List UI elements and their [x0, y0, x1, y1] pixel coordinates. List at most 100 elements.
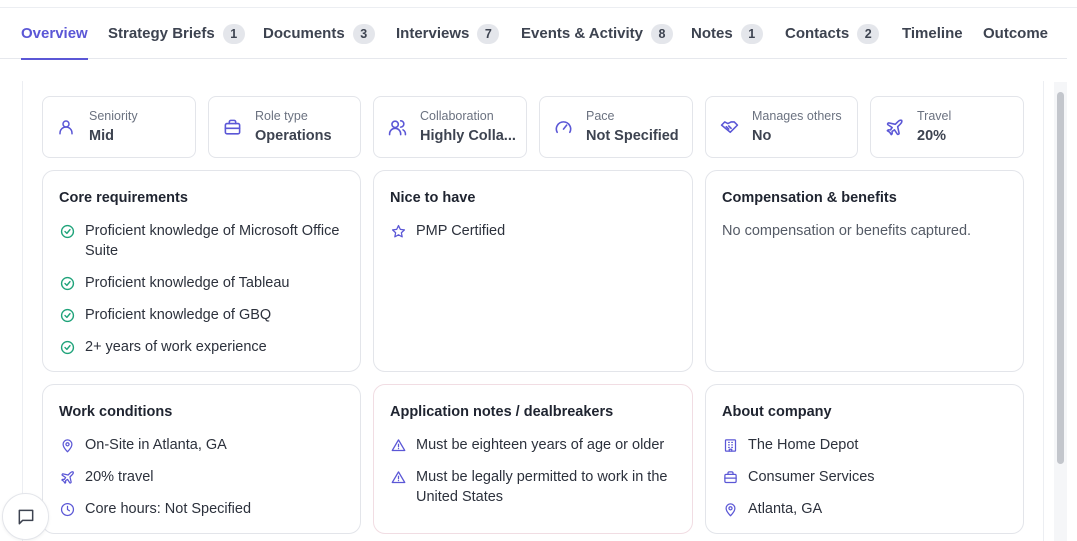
map-pin-icon	[722, 501, 738, 517]
plane-icon	[59, 469, 75, 485]
requirement-text: 2+ years of work experience	[85, 339, 267, 355]
tab-interviews[interactable]: Interviews 7	[396, 8, 500, 59]
tab-overview[interactable]: Overview	[21, 8, 88, 60]
compensation-card: Compensation & benefits No compensation …	[705, 170, 1024, 372]
stat-value: Highly Colla...	[420, 127, 516, 144]
list-item: Consumer Services	[722, 467, 1007, 487]
list-item: 20% travel	[59, 467, 344, 487]
tab-strategy-briefs[interactable]: Strategy Briefs 1	[108, 8, 245, 59]
warning-triangle-icon	[390, 469, 406, 485]
about-company-card: About company The Home Depot Consumer Se…	[705, 384, 1024, 534]
stat-label: Collaboration	[420, 108, 494, 123]
check-circle-icon	[59, 223, 75, 239]
list-item: PMP Certified	[390, 221, 676, 241]
card-title: Work conditions	[59, 404, 173, 420]
tab-bar: Overview Strategy Briefs 1 Documents 3 I…	[0, 8, 1067, 60]
message-icon	[16, 507, 36, 527]
list-item: Core hours: Not Specified	[59, 499, 344, 519]
stat-value: 20%	[917, 127, 947, 144]
tab-label: Documents	[263, 25, 345, 42]
count-badge: 8	[651, 23, 673, 44]
count-badge: 1	[222, 23, 245, 44]
stat-label: Seniority	[89, 108, 138, 123]
check-circle-icon	[59, 275, 75, 291]
tab-events-activity[interactable]: Events & Activity 8	[521, 8, 673, 59]
core-requirements-card: Core requirements Proficient knowledge o…	[42, 170, 361, 372]
card-title: About company	[722, 404, 832, 420]
handshake-icon	[719, 117, 739, 137]
requirement-text: Proficient knowledge of Tableau	[85, 275, 290, 291]
nice-to-have-card: Nice to have PMP Certified	[373, 170, 693, 372]
stat-label: Manages others	[752, 108, 842, 123]
count-badge: 3	[352, 23, 375, 44]
list-item: The Home Depot	[722, 435, 1007, 455]
travel-text: 20% travel	[85, 469, 154, 485]
count-badge: 7	[477, 23, 500, 44]
tab-label: Strategy Briefs	[108, 25, 215, 42]
list-item: Must be legally permitted to work in the…	[390, 467, 676, 507]
list-item: 2+ years of work experience	[59, 337, 344, 357]
company-name: The Home Depot	[748, 437, 859, 453]
stat-seniority: Seniority Mid	[42, 96, 196, 158]
stat-manages-others: Manages others No	[705, 96, 858, 158]
briefcase-icon	[722, 469, 738, 485]
tab-label: Contacts	[785, 25, 850, 42]
card-title: Core requirements	[59, 190, 188, 206]
hours-text: Core hours: Not Specified	[85, 501, 252, 517]
location-text: On-Site in Atlanta, GA	[85, 437, 227, 453]
plane-icon	[884, 117, 904, 137]
tab-label: Events & Activity	[521, 25, 643, 42]
stat-value: Operations	[255, 127, 332, 144]
card-title: Application notes / dealbreakers	[390, 404, 614, 420]
count-badge: 2	[857, 23, 880, 44]
list-item: Must be eighteen years of age or older	[390, 435, 676, 455]
tab-outcome[interactable]: Outcome	[983, 8, 1048, 59]
check-circle-icon	[59, 307, 75, 323]
scrollbar-thumb[interactable]	[1057, 92, 1064, 464]
building-icon	[722, 437, 738, 453]
tab-label: Interviews	[396, 25, 470, 42]
tab-label: Notes	[691, 25, 733, 42]
stat-collaboration: Collaboration Highly Colla...	[373, 96, 527, 158]
list-item: Proficient knowledge of GBQ	[59, 305, 344, 325]
dealbreaker-text: Must be legally permitted to work in the…	[416, 469, 668, 505]
nice-to-have-text: PMP Certified	[416, 223, 506, 239]
star-icon	[390, 223, 406, 239]
tab-label: Overview	[21, 25, 88, 42]
stat-label: Role type	[255, 108, 308, 123]
work-conditions-card: Work conditions On-Site in Atlanta, GA 2…	[42, 384, 361, 534]
stat-value: Not Specified	[586, 127, 679, 144]
chat-button[interactable]	[2, 493, 49, 540]
stat-value: No	[752, 127, 772, 144]
dealbreaker-text: Must be eighteen years of age or older	[416, 437, 665, 453]
tab-label: Outcome	[983, 25, 1049, 42]
tab-documents[interactable]: Documents 3	[263, 8, 375, 59]
stat-label: Travel	[917, 108, 952, 123]
tab-timeline[interactable]: Timeline	[902, 8, 963, 59]
stat-role-type: Role type Operations	[208, 96, 361, 158]
tab-contacts[interactable]: Contacts 2	[785, 8, 880, 59]
list-item: On-Site in Atlanta, GA	[59, 435, 344, 455]
application-notes-card: Application notes / dealbreakers Must be…	[373, 384, 693, 534]
map-pin-icon	[59, 437, 75, 453]
clock-icon	[59, 501, 75, 517]
stat-travel: Travel 20%	[870, 96, 1024, 158]
users-icon	[387, 117, 407, 137]
count-badge: 1	[740, 23, 763, 44]
list-item: Proficient knowledge of Microsoft Office…	[59, 221, 344, 261]
check-circle-icon	[59, 339, 75, 355]
requirement-text: Proficient knowledge of GBQ	[85, 307, 272, 323]
stat-value: Mid	[89, 127, 114, 144]
stat-pace: Pace Not Specified	[539, 96, 693, 158]
company-location: Atlanta, GA	[748, 501, 823, 517]
vertical-scrollbar[interactable]	[1054, 82, 1067, 541]
list-item: Proficient knowledge of Tableau	[59, 273, 344, 293]
card-title: Compensation & benefits	[722, 190, 897, 206]
card-title: Nice to have	[390, 190, 476, 206]
user-icon	[56, 117, 76, 137]
stat-label: Pace	[586, 108, 615, 123]
requirement-text: Proficient knowledge of Microsoft Office…	[85, 223, 340, 259]
tab-notes[interactable]: Notes 1	[691, 8, 763, 59]
warning-triangle-icon	[390, 437, 406, 453]
tab-label: Timeline	[902, 25, 963, 42]
